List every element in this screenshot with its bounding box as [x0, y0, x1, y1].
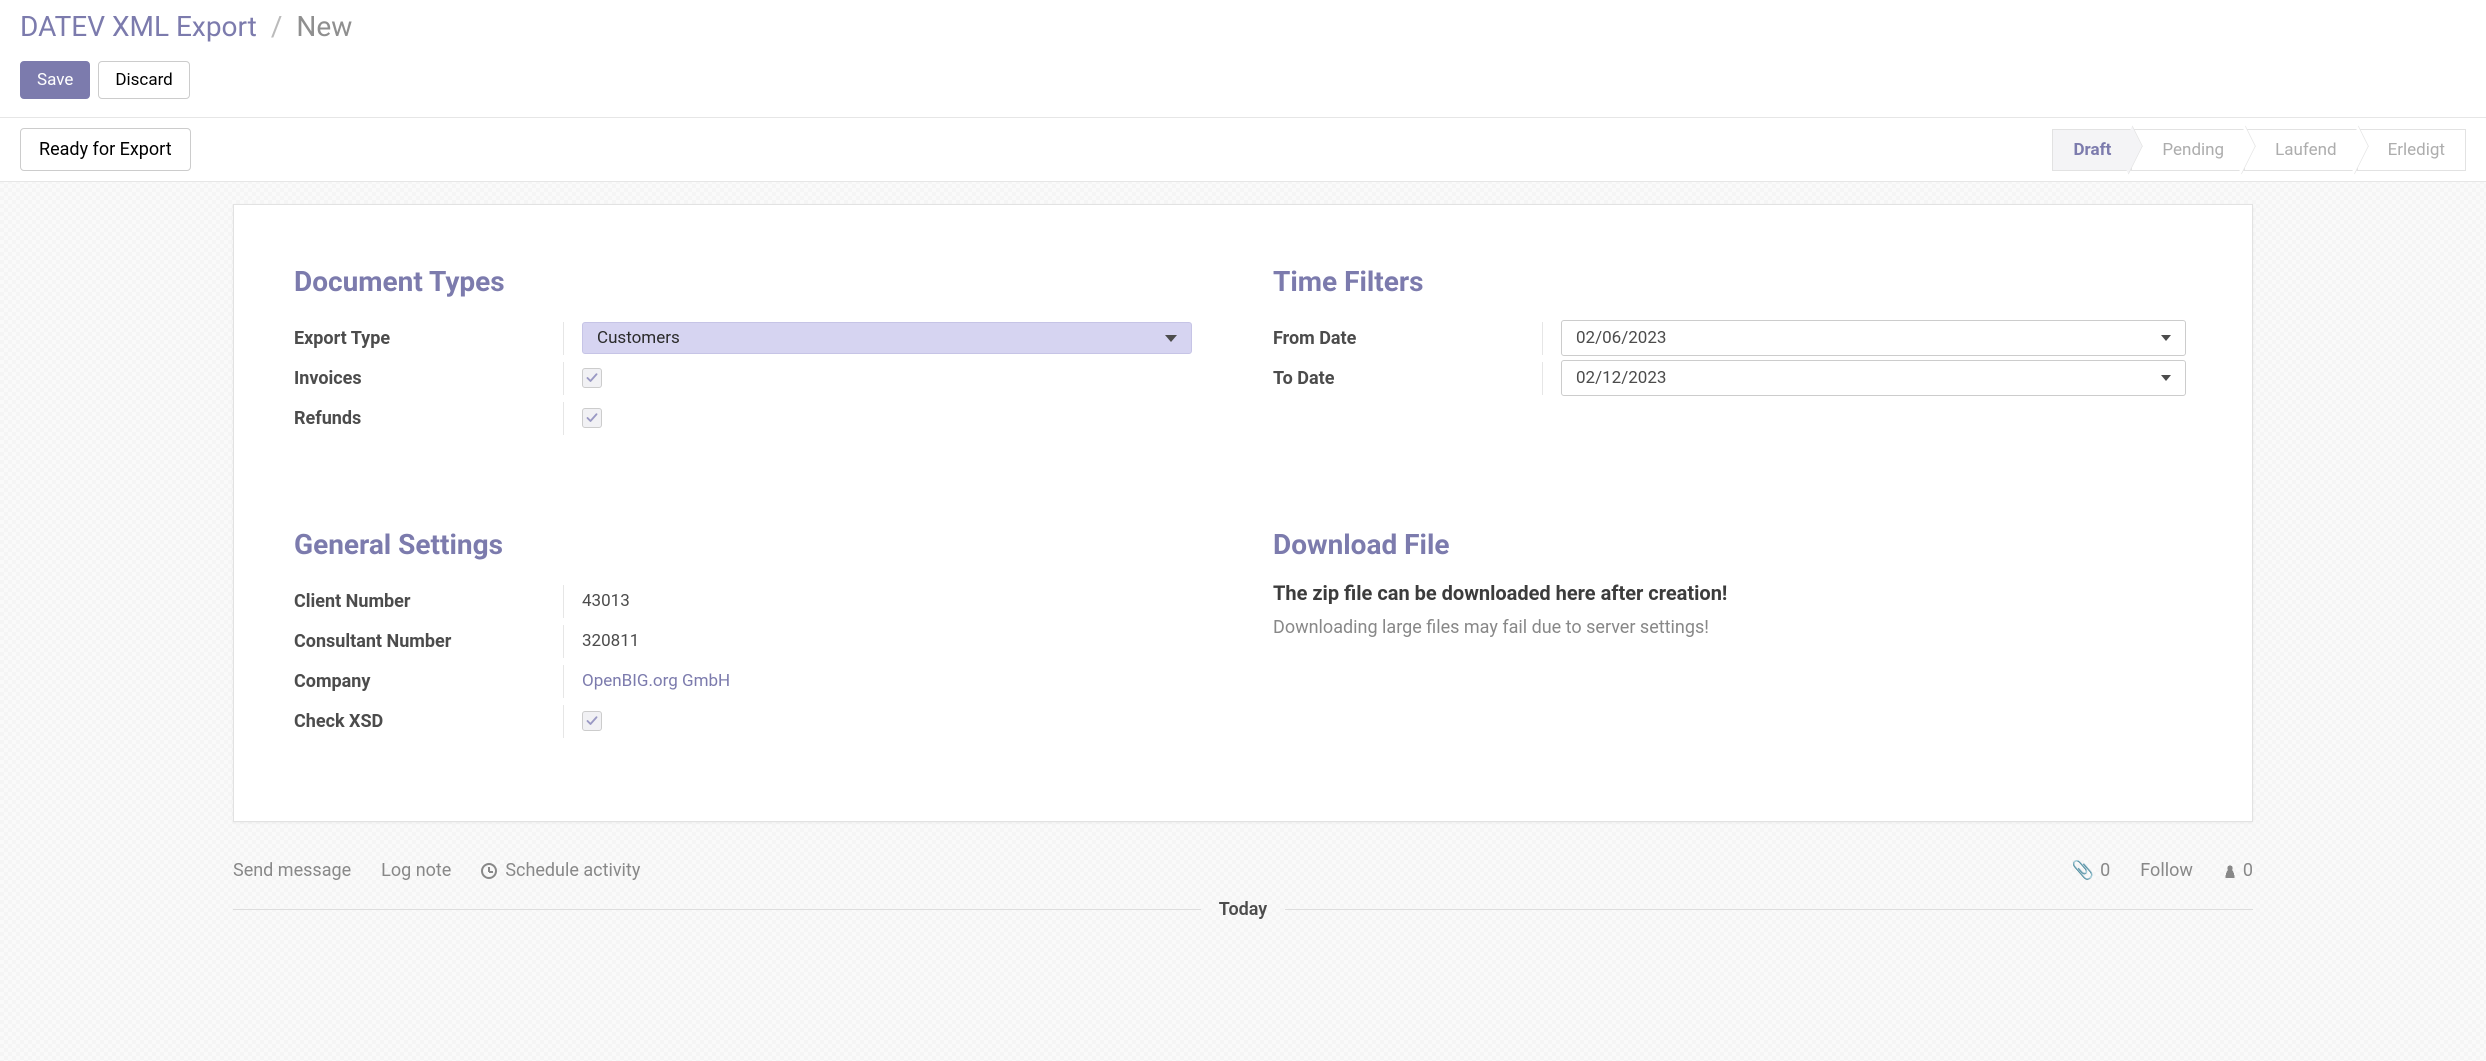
follow-button[interactable]: Follow	[2140, 860, 2193, 881]
check-icon	[586, 372, 598, 384]
today-separator: Today	[233, 899, 2253, 920]
breadcrumb-root[interactable]: DATEV XML Export	[20, 10, 257, 43]
schedule-activity-label: Schedule activity	[505, 860, 640, 881]
field-to-date: To Date 02/12/2023	[1273, 358, 2192, 398]
section-download-file: Download File The zip file can be downlo…	[1273, 528, 2192, 741]
ready-for-export-button[interactable]: Ready for Export	[20, 128, 191, 171]
send-message-button[interactable]: Send message	[233, 860, 351, 881]
attachments-count: 0	[2100, 860, 2110, 881]
field-company: Company OpenBIG.org GmbH	[294, 661, 1213, 701]
from-date-value: 02/06/2023	[1576, 328, 1666, 348]
clock-icon	[481, 863, 497, 879]
check-xsd-checkbox[interactable]	[582, 711, 602, 731]
separator-line	[1285, 909, 2253, 910]
action-buttons: Save Discard	[20, 61, 2466, 117]
label-to-date: To Date	[1273, 362, 1543, 395]
statusbar: Ready for Export Draft Pending Laufend E…	[0, 117, 2486, 182]
chevron-down-icon	[2161, 335, 2171, 341]
separator-line	[233, 909, 1201, 910]
status-step-erledigt[interactable]: Erledigt	[2357, 129, 2466, 171]
label-invoices: Invoices	[294, 362, 564, 395]
download-note: Downloading large files may fail due to …	[1273, 617, 2192, 638]
form-sheet: Document Types Export Type Customers Inv…	[233, 204, 2253, 822]
to-date-input[interactable]: 02/12/2023	[1561, 360, 2186, 396]
field-consultant-number: Consultant Number 320811	[294, 621, 1213, 661]
chevron-down-icon	[2161, 375, 2171, 381]
field-client-number: Client Number 43013	[294, 581, 1213, 621]
status-step-draft[interactable]: Draft	[2052, 129, 2132, 171]
field-export-type: Export Type Customers	[294, 318, 1213, 358]
check-icon	[586, 715, 598, 727]
breadcrumb-separator: /	[271, 10, 283, 43]
schedule-activity-button[interactable]: Schedule activity	[481, 860, 640, 881]
section-title-time-filters: Time Filters	[1273, 265, 2192, 298]
log-note-button[interactable]: Log note	[381, 860, 451, 881]
chatter-actions: Send message Log note Schedule activity	[233, 860, 640, 881]
to-date-value: 02/12/2023	[1576, 368, 1666, 388]
label-from-date: From Date	[1273, 322, 1543, 355]
save-button[interactable]: Save	[20, 61, 90, 99]
label-check-xsd: Check XSD	[294, 705, 564, 738]
followers-button[interactable]: 0	[2223, 860, 2253, 881]
field-check-xsd: Check XSD	[294, 701, 1213, 741]
export-type-value: Customers	[597, 328, 680, 348]
check-icon	[586, 412, 598, 424]
chatter-right: 📎 0 Follow 0	[2072, 860, 2253, 881]
section-title-document-types: Document Types	[294, 265, 1213, 298]
company-link[interactable]: OpenBIG.org GmbH	[582, 671, 730, 691]
breadcrumb-current: New	[296, 10, 352, 43]
export-type-select[interactable]: Customers	[582, 322, 1192, 354]
breadcrumb: DATEV XML Export / New	[20, 10, 2466, 43]
status-step-laufend[interactable]: Laufend	[2244, 129, 2357, 171]
status-steps: Draft Pending Laufend Erledigt	[2053, 129, 2466, 171]
field-from-date: From Date 02/06/2023	[1273, 318, 2192, 358]
from-date-input[interactable]: 02/06/2023	[1561, 320, 2186, 356]
section-title-download-file: Download File	[1273, 528, 2192, 561]
label-refunds: Refunds	[294, 402, 564, 435]
section-title-general-settings: General Settings	[294, 528, 1213, 561]
label-company: Company	[294, 665, 564, 698]
chatter-top: Send message Log note Schedule activity …	[233, 852, 2253, 899]
header: DATEV XML Export / New Save Discard	[0, 0, 2486, 117]
section-general-settings: General Settings Client Number 43013 Con…	[294, 528, 1213, 741]
field-invoices: Invoices	[294, 358, 1213, 398]
download-message: The zip file can be downloaded here afte…	[1273, 581, 2192, 605]
sheet-wrap: Document Types Export Type Customers Inv…	[0, 182, 2486, 822]
followers-count: 0	[2243, 860, 2253, 881]
value-consultant-number: 320811	[564, 631, 1213, 651]
section-time-filters: Time Filters From Date 02/06/2023 To Dat…	[1273, 265, 2192, 438]
user-icon	[2223, 864, 2237, 878]
discard-button[interactable]: Discard	[98, 61, 189, 99]
chevron-down-icon	[1165, 335, 1177, 342]
field-refunds: Refunds	[294, 398, 1213, 438]
section-document-types: Document Types Export Type Customers Inv…	[294, 265, 1213, 438]
label-export-type: Export Type	[294, 322, 564, 355]
row-top: Document Types Export Type Customers Inv…	[294, 265, 2192, 438]
value-client-number: 43013	[564, 591, 1213, 611]
chatter: Send message Log note Schedule activity …	[233, 852, 2253, 920]
row-bottom: General Settings Client Number 43013 Con…	[294, 528, 2192, 741]
today-label: Today	[1219, 899, 1268, 920]
status-step-pending[interactable]: Pending	[2131, 129, 2245, 171]
paperclip-icon: 📎	[2072, 860, 2094, 881]
label-client-number: Client Number	[294, 585, 564, 618]
invoices-checkbox[interactable]	[582, 368, 602, 388]
chatter-wrap: Send message Log note Schedule activity …	[0, 822, 2486, 920]
label-consultant-number: Consultant Number	[294, 625, 564, 658]
attachments-button[interactable]: 📎 0	[2072, 860, 2111, 881]
refunds-checkbox[interactable]	[582, 408, 602, 428]
